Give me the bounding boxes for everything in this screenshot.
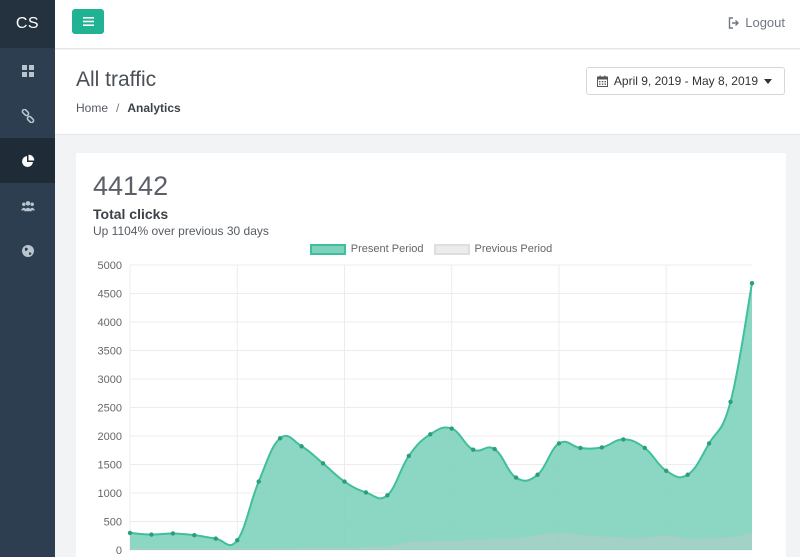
data-point[interactable] (535, 472, 540, 477)
date-range-picker[interactable]: April 9, 2019 - May 8, 2019 (585, 67, 785, 95)
legend-swatch-present (309, 243, 346, 255)
grid-icon (21, 64, 34, 77)
y-tick-label: 1500 (98, 460, 122, 472)
breadcrumb-home[interactable]: Home (76, 101, 108, 115)
data-point[interactable] (728, 399, 733, 404)
pie-chart-icon (21, 154, 34, 167)
caret-down-icon (764, 78, 772, 84)
y-tick-label: 0 (116, 545, 122, 557)
y-tick-label: 3500 (98, 346, 122, 358)
breadcrumb-separator: / (116, 101, 120, 115)
data-point[interactable] (664, 468, 669, 473)
y-tick-label: 2000 (98, 431, 122, 443)
present-area (130, 283, 752, 550)
y-tick-label: 4000 (98, 317, 122, 329)
page-title: All traffic (76, 68, 157, 91)
menu-toggle-button[interactable] (72, 9, 104, 34)
data-point[interactable] (599, 445, 605, 450)
sidebar-item-analytics[interactable] (0, 138, 55, 183)
sidebar-item-dashboard[interactable] (0, 48, 55, 93)
data-point[interactable] (428, 432, 433, 437)
y-tick-label: 4500 (98, 289, 122, 301)
data-point[interactable] (299, 444, 304, 449)
growth-subtitle: Up 1104% over previous 30 days (93, 224, 269, 238)
breadcrumb: Home / Analytics (76, 101, 181, 115)
sidebar: CS (0, 0, 55, 557)
data-point[interactable] (235, 538, 240, 543)
data-point[interactable] (492, 446, 497, 452)
sign-out-icon (729, 16, 740, 29)
calendar-icon (596, 75, 608, 87)
y-tick-label: 5000 (98, 260, 122, 272)
data-point[interactable] (256, 479, 261, 484)
legend-previous-period[interactable]: Previous Period (433, 243, 553, 255)
data-point[interactable] (556, 441, 562, 446)
y-tick-label: 2500 (98, 403, 122, 415)
data-point[interactable] (277, 436, 283, 441)
data-point[interactable] (513, 475, 519, 480)
breadcrumb-current: Analytics (127, 101, 181, 115)
data-point[interactable] (192, 532, 197, 538)
data-point[interactable] (170, 531, 176, 536)
data-point[interactable] (342, 479, 347, 484)
globe-icon (21, 244, 34, 257)
data-point[interactable] (127, 530, 133, 536)
legend-present-period[interactable]: Present Period (309, 243, 424, 255)
sidebar-item-links[interactable] (0, 93, 55, 138)
hamburger-icon (82, 17, 94, 26)
data-point[interactable] (320, 461, 326, 466)
data-point[interactable] (385, 493, 390, 498)
traffic-area-chart: 5000450040003500300025002000150010005000 (98, 260, 755, 557)
y-tick-label: 1000 (98, 488, 122, 500)
data-point[interactable] (642, 445, 647, 451)
y-tick-label: 500 (104, 517, 122, 529)
users-icon (20, 200, 35, 211)
chart-legend: Present Period Previous Period (76, 243, 786, 255)
logout-label: Logout (745, 15, 785, 30)
y-tick-label: 3000 (98, 374, 122, 386)
data-point[interactable] (449, 426, 454, 431)
data-point[interactable] (706, 441, 712, 446)
data-point[interactable] (470, 447, 476, 452)
logout-link[interactable]: Logout (728, 15, 785, 30)
data-point[interactable] (749, 281, 755, 286)
sidebar-item-globe[interactable] (0, 228, 55, 273)
brand-logo[interactable]: CS (0, 0, 55, 48)
data-point[interactable] (149, 532, 154, 537)
total-clicks-label: Total clicks (93, 206, 169, 222)
sidebar-item-users[interactable] (0, 183, 55, 228)
data-point[interactable] (363, 490, 369, 495)
data-point[interactable] (621, 437, 626, 442)
legend-label-previous: Previous Period (474, 243, 553, 255)
legend-swatch-previous (433, 243, 470, 255)
data-point[interactable] (685, 472, 690, 477)
top-bar: Logout (55, 0, 800, 49)
date-range-label: April 9, 2019 - May 8, 2019 (613, 74, 758, 88)
data-point[interactable] (213, 536, 218, 541)
total-clicks-value: 44142 (93, 171, 169, 201)
link-icon (21, 108, 34, 123)
data-point[interactable] (578, 445, 583, 451)
page-header: All traffic Home / Analytics April 9, 2019… (55, 50, 800, 135)
legend-label-present: Present Period (350, 243, 424, 255)
data-point[interactable] (406, 453, 412, 459)
